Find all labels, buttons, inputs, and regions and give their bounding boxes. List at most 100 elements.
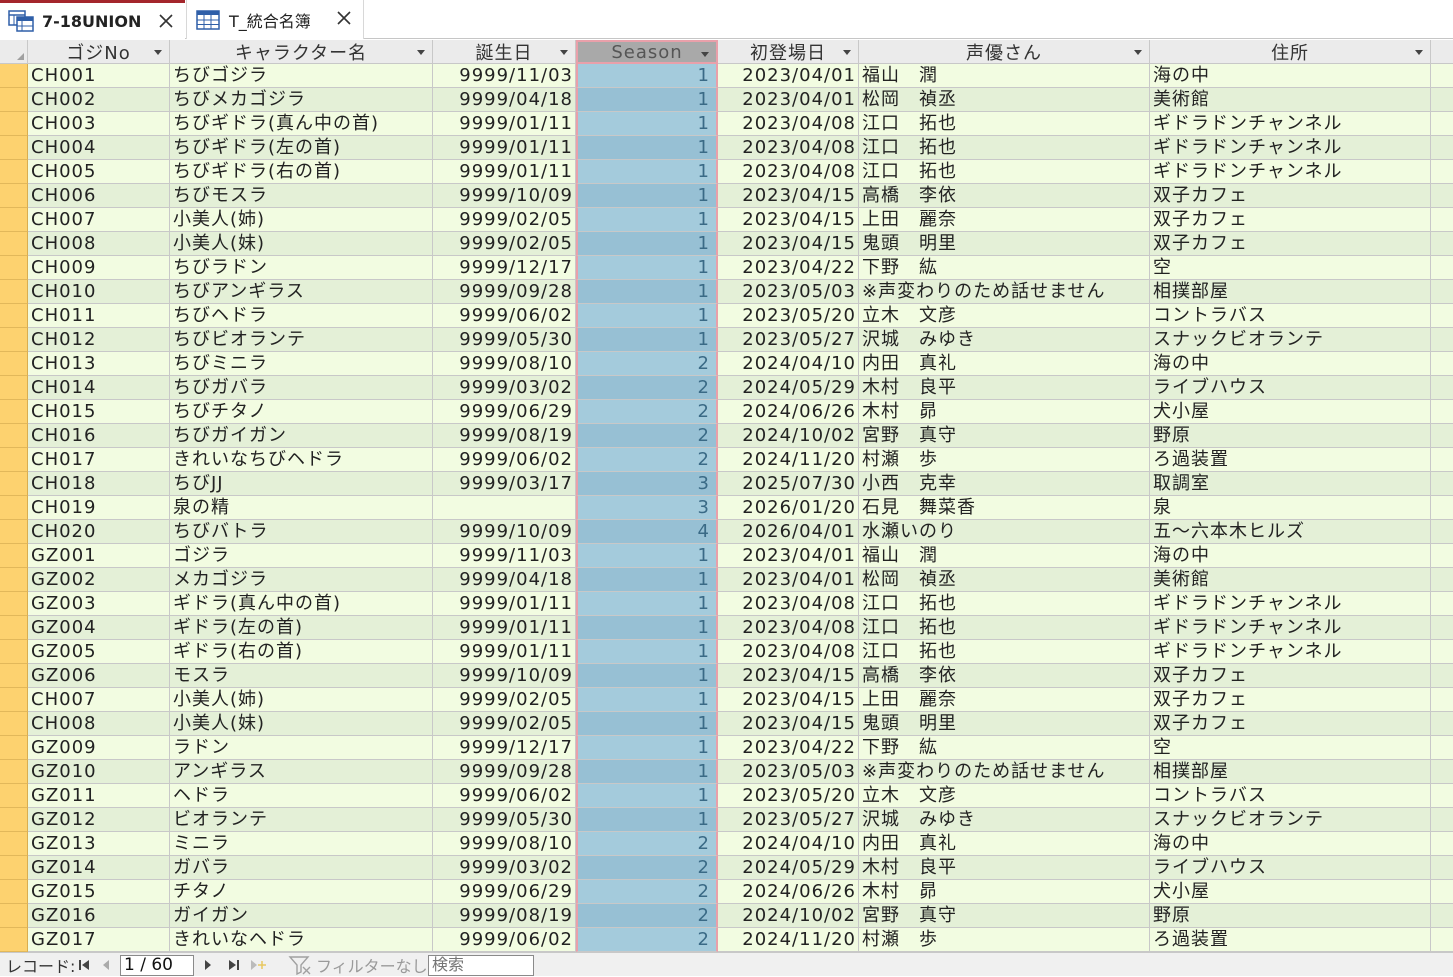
cell-voice-actor[interactable]: 村瀬 歩 [859, 928, 1150, 952]
cell-character-name[interactable]: ギドラ(左の首) [170, 616, 433, 640]
cell-debut-date[interactable]: 2023/04/15 [718, 184, 859, 208]
cell-address[interactable]: 海の中 [1150, 64, 1431, 88]
cell-character-name[interactable]: ちびミニラ [170, 352, 433, 376]
cell-season[interactable]: 1 [576, 808, 718, 832]
cell-debut-date[interactable]: 2023/04/08 [718, 160, 859, 184]
cell-debut-date[interactable]: 2023/04/01 [718, 544, 859, 568]
cell-birthday[interactable]: 9999/03/02 [433, 376, 576, 400]
cell-debut-date[interactable]: 2024/05/29 [718, 856, 859, 880]
cell-character-name[interactable]: ギドラ(真ん中の首) [170, 592, 433, 616]
cell-birthday[interactable]: 9999/02/05 [433, 208, 576, 232]
cell-address[interactable]: ギドラドンチャンネル [1150, 136, 1431, 160]
table-row[interactable]: GZ015 チタノ 9999/06/29 2 2024/06/26 木村 昴犬小屋 [0, 880, 1453, 904]
cell-birthday[interactable]: 9999/10/09 [433, 184, 576, 208]
cell-debut-date[interactable]: 2023/04/15 [718, 208, 859, 232]
table-row[interactable]: CH003 ちびギドラ(真ん中の首) 9999/01/11 1 2023/04/08 江口… [0, 112, 1453, 136]
cell-voice-actor[interactable]: 木村 良平 [859, 856, 1150, 880]
cell-birthday[interactable]: 9999/11/03 [433, 64, 576, 88]
cell-birthday[interactable]: 9999/02/05 [433, 712, 576, 736]
cell-debut-date[interactable]: 2023/04/08 [718, 640, 859, 664]
cell-season[interactable]: 1 [576, 640, 718, 664]
cell-character-name[interactable]: ゴジラ [170, 544, 433, 568]
cell-voice-actor[interactable]: 江口 拓也 [859, 112, 1150, 136]
dropdown-arrow-icon[interactable] [701, 52, 709, 57]
cell-season[interactable]: 1 [576, 688, 718, 712]
cell-debut-date[interactable]: 2024/06/26 [718, 400, 859, 424]
table-row[interactable]: CH008 小美人(妹) 9999/02/05 1 2023/04/15 鬼頭 明里 双子カ… [0, 712, 1453, 736]
record-selector[interactable] [0, 304, 28, 328]
cell-gojino[interactable]: CH020 [28, 520, 170, 544]
cell-season[interactable]: 2 [576, 832, 718, 856]
cell-debut-date[interactable]: 2023/04/01 [718, 88, 859, 112]
table-row[interactable]: GZ002 メカゴジラ 9999/04/18 1 2023/04/01 松岡 禎丞 美術館 [0, 568, 1453, 592]
cell-season[interactable]: 2 [576, 856, 718, 880]
table-row[interactable]: CH007 小美人(姉) 9999/02/05 1 2023/04/15 上田 麗奈 双子カ… [0, 688, 1453, 712]
cell-character-name[interactable]: ちびラドン [170, 256, 433, 280]
cell-birthday[interactable]: 9999/01/11 [433, 160, 576, 184]
cell-address[interactable]: ギドラドンチャンネル [1150, 640, 1431, 664]
new-record-icon[interactable] [250, 957, 266, 973]
cell-debut-date[interactable]: 2023/05/27 [718, 808, 859, 832]
cell-voice-actor[interactable]: 江口 拓也 [859, 640, 1150, 664]
cell-debut-date[interactable]: 2024/11/20 [718, 448, 859, 472]
record-selector[interactable] [0, 616, 28, 640]
record-selector[interactable] [0, 280, 28, 304]
column-header-character-name[interactable]: キャラクター名 [170, 40, 433, 64]
cell-birthday[interactable]: 9999/01/11 [433, 112, 576, 136]
cell-debut-date[interactable]: 2024/04/10 [718, 832, 859, 856]
table-row[interactable]: GZ016 ガイガン 9999/08/19 2 2024/10/02 宮野 真守 野原 [0, 904, 1453, 928]
cell-voice-actor[interactable]: 小西 克幸 [859, 472, 1150, 496]
cell-character-name[interactable]: ビオランテ [170, 808, 433, 832]
cell-birthday[interactable]: 9999/06/02 [433, 304, 576, 328]
cell-character-name[interactable]: ちびガイガン [170, 424, 433, 448]
cell-address[interactable]: 海の中 [1150, 544, 1431, 568]
cell-voice-actor[interactable]: 上田 麗奈 [859, 208, 1150, 232]
record-selector[interactable] [0, 184, 28, 208]
table-row[interactable]: CH008 小美人(妹) 9999/02/05 1 2023/04/15 鬼頭 明里 双子カ… [0, 232, 1453, 256]
record-selector[interactable] [0, 400, 28, 424]
cell-birthday[interactable]: 9999/06/29 [433, 880, 576, 904]
cell-voice-actor[interactable]: 内田 真礼 [859, 832, 1150, 856]
record-selector[interactable] [0, 424, 28, 448]
cell-debut-date[interactable]: 2023/04/15 [718, 712, 859, 736]
record-selector[interactable] [0, 328, 28, 352]
cell-birthday[interactable]: 9999/03/17 [433, 472, 576, 496]
cell-gojino[interactable]: CH016 [28, 424, 170, 448]
cell-gojino[interactable]: CH019 [28, 496, 170, 520]
table-row[interactable]: CH013 ちびミニラ 9999/08/10 2 2024/04/10 内田 真礼 海の中 [0, 352, 1453, 376]
cell-voice-actor[interactable]: 鬼頭 明里 [859, 232, 1150, 256]
record-selector[interactable] [0, 112, 28, 136]
cell-gojino[interactable]: GZ013 [28, 832, 170, 856]
cell-character-name[interactable]: ちびモスラ [170, 184, 433, 208]
cell-debut-date[interactable]: 2023/04/08 [718, 112, 859, 136]
table-row[interactable]: CH004 ちびギドラ(左の首) 9999/01/11 1 2023/04/08 江口 拓… [0, 136, 1453, 160]
cell-debut-date[interactable]: 2024/10/02 [718, 424, 859, 448]
record-selector[interactable] [0, 664, 28, 688]
table-row[interactable]: CH017 きれいなちびヘドラ 9999/06/02 2 2024/11/20 村瀬 歩ろ… [0, 448, 1453, 472]
cell-character-name[interactable]: 泉の精 [170, 496, 433, 520]
close-icon[interactable] [335, 9, 353, 27]
table-row[interactable]: GZ012 ビオランテ 9999/05/30 1 2023/05/27 沢城 みゆき スナッ… [0, 808, 1453, 832]
table-row[interactable]: GZ006 モスラ 9999/10/09 1 2023/04/15 高橋 李依 双子カフェ [0, 664, 1453, 688]
cell-birthday[interactable]: 9999/01/11 [433, 616, 576, 640]
cell-debut-date[interactable]: 2023/04/22 [718, 256, 859, 280]
column-header-address[interactable]: 住所 [1150, 40, 1431, 64]
record-selector[interactable] [0, 88, 28, 112]
cell-season[interactable]: 1 [576, 160, 718, 184]
cell-debut-date[interactable]: 2025/07/30 [718, 472, 859, 496]
cell-season[interactable]: 1 [576, 616, 718, 640]
cell-gojino[interactable]: CH004 [28, 136, 170, 160]
cell-character-name[interactable]: ちびアンギラス [170, 280, 433, 304]
table-row[interactable]: CH002 ちびメカゴジラ 9999/04/18 1 2023/04/01 松岡 禎丞 美術… [0, 88, 1453, 112]
cell-voice-actor[interactable]: 宮野 真守 [859, 904, 1150, 928]
cell-birthday[interactable]: 9999/08/19 [433, 904, 576, 928]
cell-voice-actor[interactable]: ※声変わりのため話せません [859, 280, 1150, 304]
table-row[interactable]: CH015 ちびチタノ 9999/06/29 2 2024/06/26 木村 昴犬小屋 [0, 400, 1453, 424]
cell-voice-actor[interactable]: 江口 拓也 [859, 592, 1150, 616]
record-selector[interactable] [0, 256, 28, 280]
cell-birthday[interactable]: 9999/09/28 [433, 760, 576, 784]
cell-address[interactable]: ギドラドンチャンネル [1150, 112, 1431, 136]
table-row[interactable]: GZ013 ミニラ 9999/08/10 2 2024/04/10 内田 真礼 海の中 [0, 832, 1453, 856]
cell-address[interactable]: 双子カフェ [1150, 688, 1431, 712]
record-selector[interactable] [0, 904, 28, 928]
